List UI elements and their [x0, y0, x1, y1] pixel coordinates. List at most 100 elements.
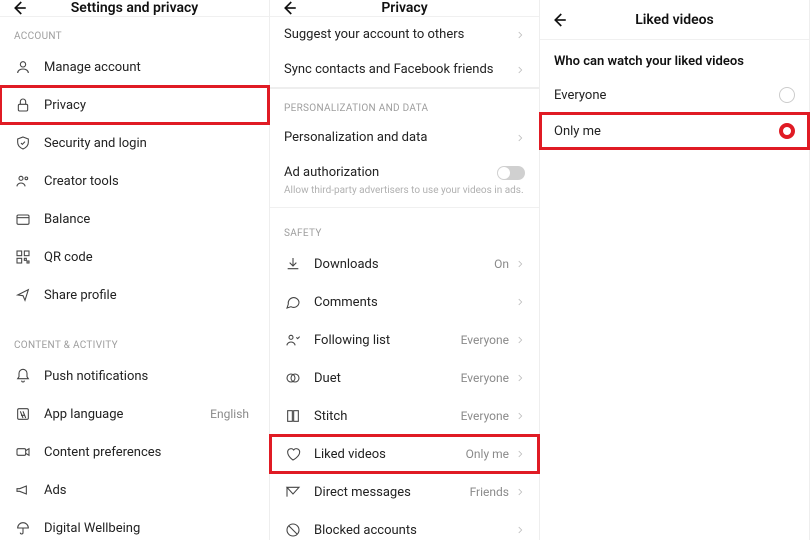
chevron-right-icon: [515, 525, 525, 535]
page-title: Liked videos: [635, 12, 714, 28]
settings-item-manage-account[interactable]: Manage account: [0, 48, 269, 86]
privacy-item-personalization[interactable]: Personalization and data: [270, 120, 539, 155]
settings-item-qr[interactable]: QR code: [0, 238, 269, 276]
option-everyone[interactable]: Everyone: [540, 77, 809, 113]
qr-icon: [14, 248, 32, 266]
liked-videos-panel: Liked videos Who can watch your liked vi…: [540, 0, 810, 540]
privacy-item-suggest[interactable]: Suggest your account to others: [270, 17, 539, 52]
item-label: Ad authorization: [284, 165, 497, 180]
shield-icon: [14, 134, 32, 152]
item-value: Only me: [466, 447, 509, 461]
item-label: Content preferences: [44, 445, 255, 460]
item-label: QR code: [44, 250, 255, 265]
privacy-item-sync[interactable]: Sync contacts and Facebook friends: [270, 52, 539, 87]
section-label-content: CONTENT & ACTIVITY: [0, 326, 269, 357]
item-subtext: Allow third-party advertisers to use you…: [270, 182, 539, 208]
item-label: Security and login: [44, 136, 255, 151]
back-button[interactable]: [280, 0, 298, 17]
chevron-right-icon: [515, 297, 525, 307]
option-only-me[interactable]: Only me: [540, 113, 809, 149]
back-button[interactable]: [10, 0, 28, 17]
lock-icon: [14, 96, 32, 114]
option-label: Everyone: [554, 88, 606, 103]
item-label: Personalization and data: [284, 130, 515, 145]
settings-item-language[interactable]: App language English: [0, 395, 269, 433]
item-label: Duet: [314, 371, 461, 386]
item-label: Share profile: [44, 288, 255, 303]
message-icon: [284, 483, 302, 501]
settings-item-share[interactable]: Share profile: [0, 276, 269, 314]
item-value: Friends: [470, 485, 509, 499]
item-label: Suggest your account to others: [284, 27, 515, 42]
settings-item-creator[interactable]: Creator tools: [0, 162, 269, 200]
page-title: Settings and privacy: [71, 0, 199, 16]
privacy-panel: Privacy Suggest your account to others S…: [270, 0, 540, 540]
user-icon: [14, 58, 32, 76]
header: Liked videos: [540, 0, 809, 40]
chevron-right-icon: [515, 133, 525, 143]
heart-icon: [284, 445, 302, 463]
item-value: Everyone: [461, 371, 509, 385]
safety-item-duet[interactable]: Duet Everyone: [270, 359, 539, 397]
item-label: Digital Wellbeing: [44, 521, 255, 536]
item-label: Push notifications: [44, 369, 255, 384]
safety-item-blocked[interactable]: Blocked accounts: [270, 511, 539, 549]
toggle-switch[interactable]: [497, 166, 525, 180]
item-label: Sync contacts and Facebook friends: [284, 62, 515, 77]
stitch-icon: [284, 407, 302, 425]
safety-item-dm[interactable]: Direct messages Friends: [270, 473, 539, 511]
bell-icon: [14, 367, 32, 385]
chevron-right-icon: [515, 259, 525, 269]
share-icon: [14, 286, 32, 304]
download-icon: [284, 255, 302, 273]
back-button[interactable]: [550, 11, 568, 29]
item-label: Ads: [44, 483, 255, 498]
section-label-safety: SAFETY: [270, 214, 539, 245]
chevron-right-icon: [515, 30, 525, 40]
safety-item-comments[interactable]: Comments: [270, 283, 539, 321]
settings-item-privacy[interactable]: Privacy: [0, 86, 269, 124]
section-heading: Who can watch your liked videos: [540, 40, 809, 77]
wallet-icon: [14, 210, 32, 228]
chevron-right-icon: [515, 373, 525, 383]
chevron-right-icon: [515, 487, 525, 497]
settings-item-content-prefs[interactable]: Content preferences: [0, 433, 269, 471]
item-label: Downloads: [314, 257, 494, 272]
settings-item-notifications[interactable]: Push notifications: [0, 357, 269, 395]
safety-item-stitch[interactable]: Stitch Everyone: [270, 397, 539, 435]
item-label: Creator tools: [44, 174, 255, 189]
duet-icon: [284, 369, 302, 387]
settings-panel: Settings and privacy ACCOUNT Manage acco…: [0, 0, 270, 540]
item-label: Following list: [314, 333, 461, 348]
item-label: Liked videos: [314, 447, 466, 462]
umbrella-icon: [14, 519, 32, 537]
item-label: Direct messages: [314, 485, 470, 500]
creator-icon: [14, 172, 32, 190]
settings-item-ads[interactable]: Ads: [0, 471, 269, 509]
section-label-personalization: PERSONALIZATION AND DATA: [270, 89, 539, 120]
settings-item-security[interactable]: Security and login: [0, 124, 269, 162]
radio-button[interactable]: [779, 87, 795, 103]
comment-icon: [284, 293, 302, 311]
megaphone-icon: [14, 481, 32, 499]
item-label: Privacy: [44, 98, 255, 113]
safety-item-following[interactable]: Following list Everyone: [270, 321, 539, 359]
option-label: Only me: [554, 124, 601, 139]
safety-item-liked-videos[interactable]: Liked videos Only me: [270, 435, 539, 473]
page-title: Privacy: [381, 0, 427, 16]
settings-item-wellbeing[interactable]: Digital Wellbeing: [0, 509, 269, 547]
settings-item-balance[interactable]: Balance: [0, 200, 269, 238]
item-label: App language: [44, 407, 210, 422]
safety-item-downloads[interactable]: Downloads On: [270, 245, 539, 283]
header: Settings and privacy: [0, 0, 269, 17]
radio-button[interactable]: [779, 123, 795, 139]
item-label: Blocked accounts: [314, 523, 515, 538]
chevron-right-icon: [515, 411, 525, 421]
following-icon: [284, 331, 302, 349]
video-icon: [14, 443, 32, 461]
privacy-item-ad-auth[interactable]: Ad authorization: [270, 155, 539, 182]
section-label-account: ACCOUNT: [0, 17, 269, 48]
header: Privacy: [270, 0, 539, 17]
item-value: Everyone: [461, 333, 509, 347]
item-label: Balance: [44, 212, 255, 227]
